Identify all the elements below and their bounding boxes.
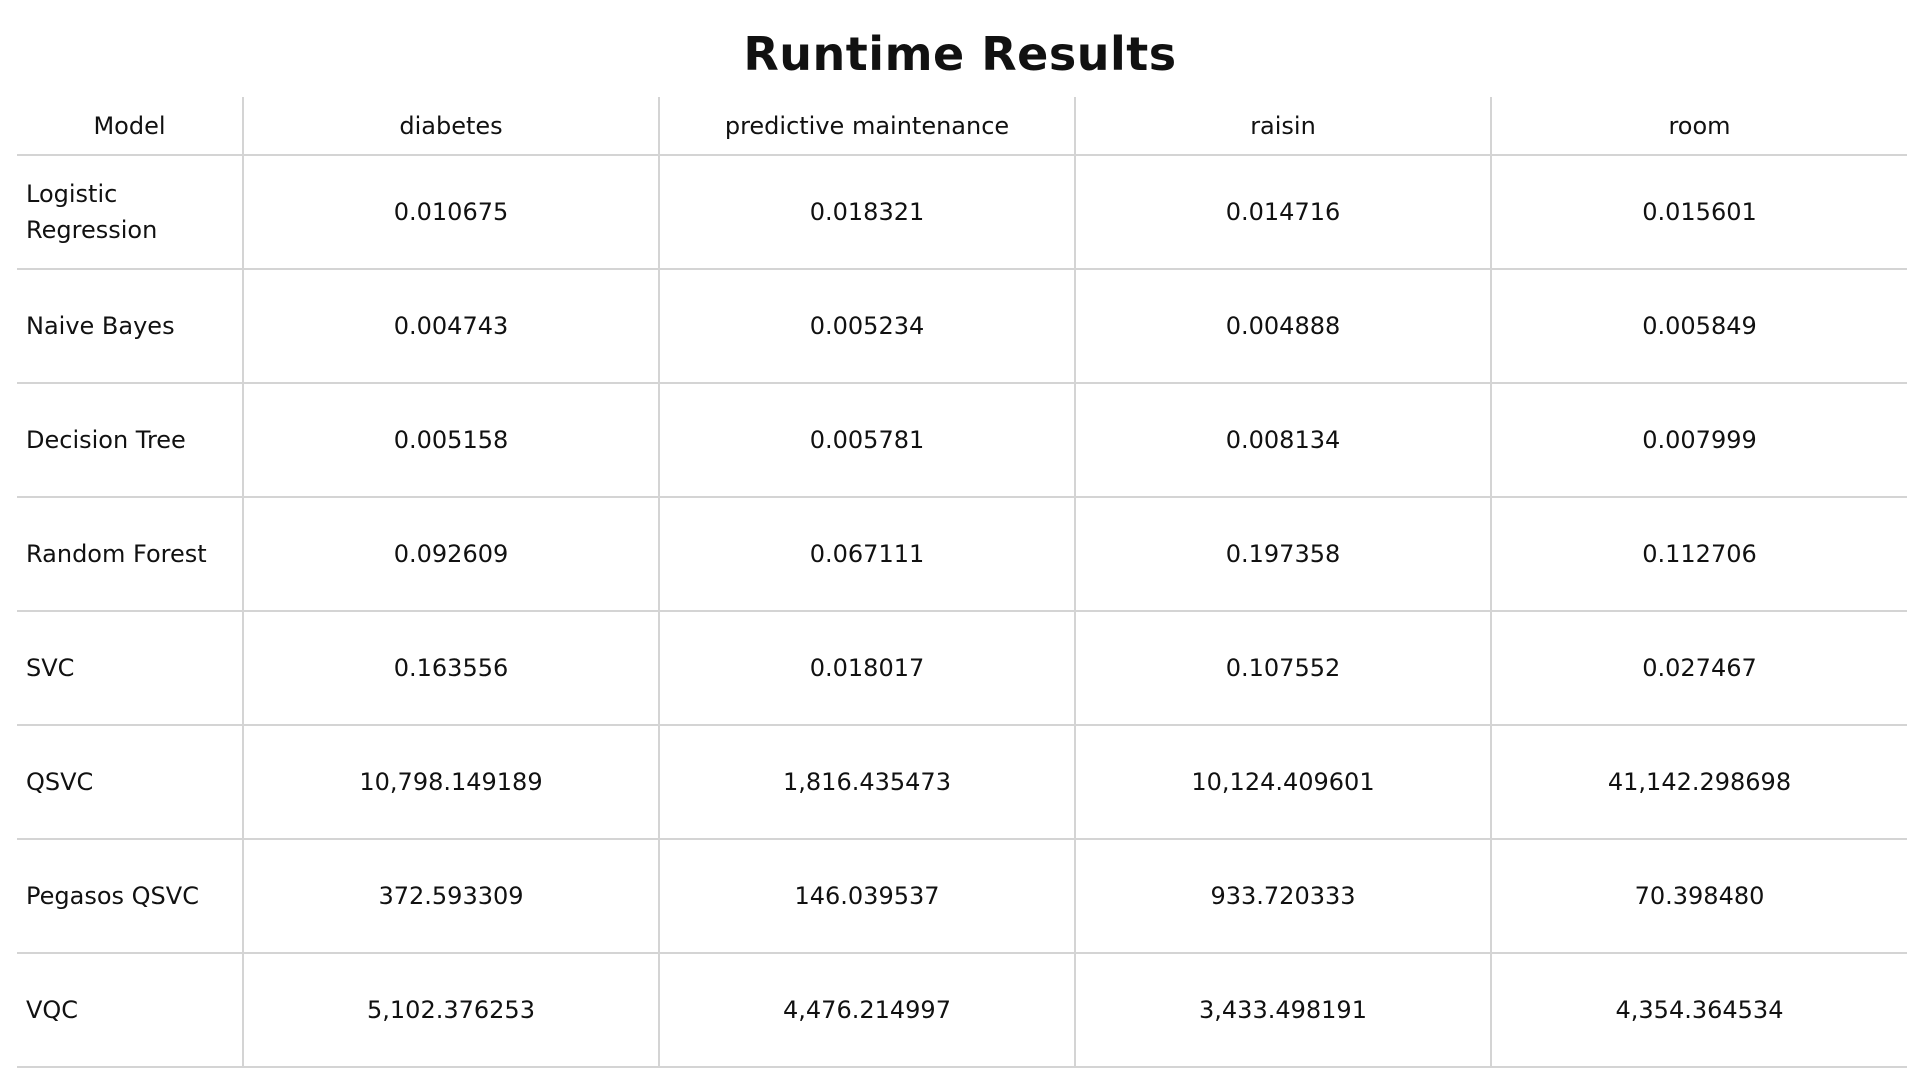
runtime-cell: 0.015601 xyxy=(1490,155,1907,270)
runtime-cell: 0.005781 xyxy=(658,383,1075,498)
table-row: VQC 5,102.376253 4,476.214997 3,433.4981… xyxy=(17,953,1907,1068)
runtime-cell: 0.008134 xyxy=(1074,383,1491,498)
table-row: Pegasos QSVC 372.593309 146.039537 933.7… xyxy=(17,839,1907,954)
model-name-cell: QSVC xyxy=(17,725,243,840)
runtime-cell: 933.720333 xyxy=(1074,839,1491,954)
runtime-results-table: Model diabetes predictive maintenance ra… xyxy=(17,97,1907,1068)
model-name-cell: Pegasos QSVC xyxy=(17,839,243,954)
model-name-cell: Logistic Regression xyxy=(17,155,243,270)
runtime-cell: 41,142.298698 xyxy=(1490,725,1907,840)
runtime-cell: 0.018321 xyxy=(658,155,1075,270)
column-header-raisin: raisin xyxy=(1074,97,1491,156)
runtime-cell: 0.010675 xyxy=(242,155,659,270)
runtime-cell: 0.007999 xyxy=(1490,383,1907,498)
runtime-cell: 0.163556 xyxy=(242,611,659,726)
runtime-cell: 0.018017 xyxy=(658,611,1075,726)
runtime-cell: 372.593309 xyxy=(242,839,659,954)
model-name-cell: VQC xyxy=(17,953,243,1068)
table-row: QSVC 10,798.149189 1,816.435473 10,124.4… xyxy=(17,725,1907,840)
runtime-cell: 0.067111 xyxy=(658,497,1075,612)
runtime-cell: 10,798.149189 xyxy=(242,725,659,840)
model-name-cell: Random Forest xyxy=(17,497,243,612)
table-row: Random Forest 0.092609 0.067111 0.197358… xyxy=(17,497,1907,612)
header-row: Model diabetes predictive maintenance ra… xyxy=(17,97,1907,156)
column-header-model: Model xyxy=(17,97,243,156)
runtime-cell: 3,433.498191 xyxy=(1074,953,1491,1068)
runtime-cell: 4,354.364534 xyxy=(1490,953,1907,1068)
model-name-cell: Decision Tree xyxy=(17,383,243,498)
table-title: Runtime Results xyxy=(743,27,1177,81)
runtime-cell: 0.092609 xyxy=(242,497,659,612)
runtime-cell: 0.004888 xyxy=(1074,269,1491,384)
column-header-predictive-maintenance: predictive maintenance xyxy=(658,97,1075,156)
table-row: Decision Tree 0.005158 0.005781 0.008134… xyxy=(17,383,1907,498)
runtime-cell: 70.398480 xyxy=(1490,839,1907,954)
runtime-cell: 0.005234 xyxy=(658,269,1075,384)
column-header-diabetes: diabetes xyxy=(242,97,659,156)
runtime-cell: 0.197358 xyxy=(1074,497,1491,612)
runtime-cell: 0.005158 xyxy=(242,383,659,498)
runtime-cell: 0.014716 xyxy=(1074,155,1491,270)
runtime-cell: 0.112706 xyxy=(1490,497,1907,612)
table-row: Naive Bayes 0.004743 0.005234 0.004888 0… xyxy=(17,269,1907,384)
runtime-cell: 0.107552 xyxy=(1074,611,1491,726)
runtime-cell: 0.004743 xyxy=(242,269,659,384)
runtime-cell: 0.027467 xyxy=(1490,611,1907,726)
table-row: SVC 0.163556 0.018017 0.107552 0.027467 xyxy=(17,611,1907,726)
runtime-cell: 4,476.214997 xyxy=(658,953,1075,1068)
runtime-cell: 0.005849 xyxy=(1490,269,1907,384)
runtime-cell: 5,102.376253 xyxy=(242,953,659,1068)
model-name-cell: SVC xyxy=(17,611,243,726)
table-row: Logistic Regression 0.010675 0.018321 0.… xyxy=(17,155,1907,270)
runtime-cell: 1,816.435473 xyxy=(658,725,1075,840)
runtime-cell: 10,124.409601 xyxy=(1074,725,1491,840)
runtime-cell: 146.039537 xyxy=(658,839,1075,954)
model-name-cell: Naive Bayes xyxy=(17,269,243,384)
column-header-room: room xyxy=(1490,97,1907,156)
